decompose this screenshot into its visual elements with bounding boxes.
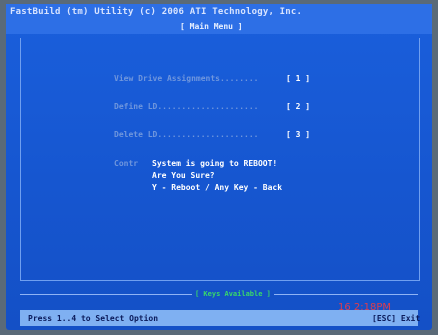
header-bar: FastBuild (tm) Utility (c) 2006 ATI Tech… xyxy=(6,4,432,34)
keys-available-label: [ Keys Available ] xyxy=(192,290,274,298)
bios-utility-window: FastBuild (tm) Utility (c) 2006 ATI Tech… xyxy=(6,4,432,330)
reboot-options[interactable]: Y - Reboot / Any Key - Back xyxy=(152,183,282,192)
reboot-warning: System is going to REBOOT! xyxy=(152,159,278,168)
menu-item-delete-ld[interactable]: Delete LD..................... xyxy=(114,130,259,139)
reboot-question: Are You Sure? xyxy=(152,171,215,180)
monitor-screen: FastBuild (tm) Utility (c) 2006 ATI Tech… xyxy=(0,0,438,335)
menu-item-view-drive-assignments[interactable]: View Drive Assignments........ xyxy=(114,74,259,83)
utility-title: FastBuild (tm) Utility (c) 2006 ATI Tech… xyxy=(10,7,303,17)
controller-label: Contr xyxy=(114,159,139,168)
esc-exit-key[interactable]: [ESC] Exit xyxy=(372,314,420,323)
menu-key-3[interactable]: [ 3 ] xyxy=(286,130,310,139)
menu-key-2[interactable]: [ 2 ] xyxy=(286,102,310,111)
photo-timestamp: 16 2:18PM xyxy=(338,302,392,313)
menu-item-define-ld[interactable]: Define LD..................... xyxy=(114,102,259,111)
menu-key-1[interactable]: [ 1 ] xyxy=(286,74,310,83)
main-menu-title: [ Main Menu ] xyxy=(180,22,243,31)
status-hint: Press 1..4 to Select Option xyxy=(28,314,159,323)
